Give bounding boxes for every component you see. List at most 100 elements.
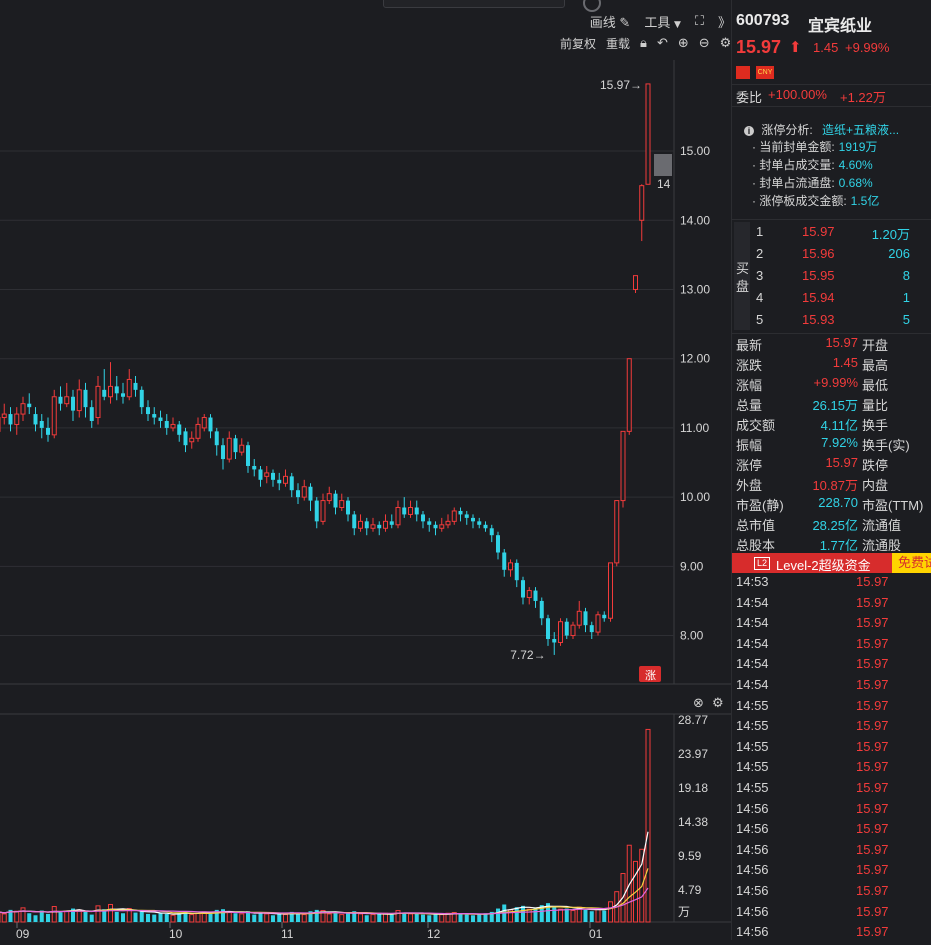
kline-chart-svg[interactable]: 15.00 14.00 13.00 12.00 11.00 10.00 9.00 8.00 15… <box>0 60 731 941</box>
time-tick-label: 10 <box>169 927 183 940</box>
quote-label: 涨幅 <box>736 378 763 393</box>
candle-body <box>51 396 57 436</box>
quote-label: 涨停 <box>736 458 763 473</box>
candle-body <box>71 396 75 411</box>
tick-row: 14:54 15.97 <box>732 595 931 616</box>
candle-body <box>383 520 388 529</box>
candle-body <box>595 614 601 633</box>
level2-badge: L2 <box>754 557 771 570</box>
volume-bar <box>139 910 144 922</box>
candle-body <box>502 552 507 570</box>
tick-time: 14:55 <box>736 718 769 734</box>
candle <box>558 618 563 646</box>
quote-value: 26.15万 <box>812 398 858 413</box>
tick-time: 14:56 <box>736 903 769 919</box>
candle-body <box>558 621 563 643</box>
candle-body <box>126 378 132 398</box>
search-box[interactable] <box>383 0 565 8</box>
expand-panel-icon[interactable]: 》 <box>718 12 731 31</box>
zoom-out-icon[interactable]: ⊖ <box>699 36 710 51</box>
tick-time: 14:53 <box>736 574 769 589</box>
limit-item: · 当前封单金额: 1919万 <box>752 138 879 156</box>
fullscreen-icon[interactable]: ⛶ <box>695 14 704 29</box>
quote-right-label: 流通股 <box>862 538 902 553</box>
volume-tick-label: 19.18 <box>678 781 708 795</box>
candle-body <box>83 389 88 408</box>
limit-item-value: 1919万 <box>838 140 878 154</box>
tick-time: 14:56 <box>736 924 769 940</box>
low-price-label: 7.72→ <box>510 648 545 662</box>
limit-title-link[interactable]: 造纸+五粮液... <box>822 123 899 137</box>
candle-body <box>221 445 225 460</box>
tick-row: 14:55 15.97 <box>732 698 931 719</box>
bid-row: 3 15.95 8 <box>752 268 931 289</box>
kline-chart[interactable]: 15.00 14.00 13.00 12.00 11.00 10.00 9.00 8.00 15… <box>0 60 731 941</box>
candle <box>626 358 632 435</box>
volume-tick-label: 4.79 <box>678 883 702 897</box>
quote-right-label: 市盈(TTM) <box>862 498 924 513</box>
candle-body <box>402 507 407 515</box>
bid-volume: 1 <box>902 290 910 305</box>
candle-body <box>201 417 207 429</box>
stock-name: 宜宾纸业 <box>808 18 873 35</box>
candle-body <box>283 475 288 484</box>
bid-price: 15.94 <box>802 290 835 305</box>
volume-bar <box>277 913 282 922</box>
zoom-in-icon[interactable]: ⊕ <box>678 36 689 51</box>
toolbar-row-1: 画线 ✎ 工具 ▼ ⛶ 》 <box>590 12 731 31</box>
limit-item-value: 4.60% <box>838 158 873 172</box>
quote-row: 成交额 4.11亿 换手 <box>732 415 931 435</box>
tick-time: 14:56 <box>736 800 769 816</box>
quote-value: 228.70 <box>818 495 858 510</box>
candle-body <box>64 396 70 405</box>
candle-body <box>95 385 101 419</box>
reload-button[interactable]: 重载 <box>606 35 630 52</box>
volume-bar <box>589 911 594 922</box>
undo-icon[interactable]: ↶ <box>657 36 668 51</box>
free-trial-button[interactable]: 免费试 <box>892 553 931 573</box>
volume-tick-label: 9.59 <box>678 849 702 863</box>
tick-time: 14:54 <box>736 615 769 631</box>
time-tick-label: 12 <box>427 927 441 940</box>
indicator-settings-icon[interactable]: ⚙ <box>712 695 724 710</box>
tools-button[interactable]: 工具 ▼ <box>644 12 681 31</box>
bid-level: 4 <box>756 290 764 305</box>
volume-bar <box>83 911 88 922</box>
tick-price: 15.97 <box>856 780 889 795</box>
candle-body <box>183 431 188 446</box>
level2-bar[interactable]: L2 Level-2超级资金 免费试 <box>732 553 931 573</box>
tick-price: 15.97 <box>856 759 889 775</box>
candle-body <box>377 524 382 529</box>
candle-body <box>108 385 113 398</box>
volume-bar <box>464 914 469 922</box>
bid-volume: 5 <box>902 312 910 327</box>
tick-price: 15.97 <box>856 841 889 857</box>
candle-body <box>233 438 238 453</box>
volume-bar <box>152 914 157 922</box>
volume-bar <box>89 914 94 922</box>
candle-body <box>258 469 263 480</box>
volume-bar <box>533 907 538 922</box>
candle-body <box>414 507 419 515</box>
limit-item-key: · 封单占成交量: <box>752 158 835 172</box>
quote-right-label: 换手(实) <box>862 438 910 453</box>
quote-row: 涨幅 +9.99% 最低 <box>732 375 931 395</box>
candle <box>620 430 626 508</box>
candle-body <box>626 358 632 432</box>
volume-bar <box>471 915 475 922</box>
adjust-mode-button[interactable]: 前复权 <box>560 35 596 52</box>
volume-bar <box>158 913 163 922</box>
quote-value: 15.97 <box>825 335 858 350</box>
close-indicator-icon[interactable]: ⊗ <box>693 695 704 710</box>
volume-bar <box>252 914 257 922</box>
settings-gear-icon[interactable]: ⚙ <box>720 36 732 51</box>
tick-price: 15.97 <box>856 697 889 713</box>
volume-bar <box>114 911 119 922</box>
last-price: 15.97 <box>736 37 782 57</box>
draw-button[interactable]: 画线 ✎ <box>590 12 631 31</box>
lock-icon[interactable]: 🔒︎ <box>640 36 647 51</box>
bid-price: 15.95 <box>802 268 835 283</box>
volume-tick-label: 23.97 <box>678 747 708 761</box>
candle-body <box>358 520 363 529</box>
quote-value: 15.97 <box>825 455 858 470</box>
